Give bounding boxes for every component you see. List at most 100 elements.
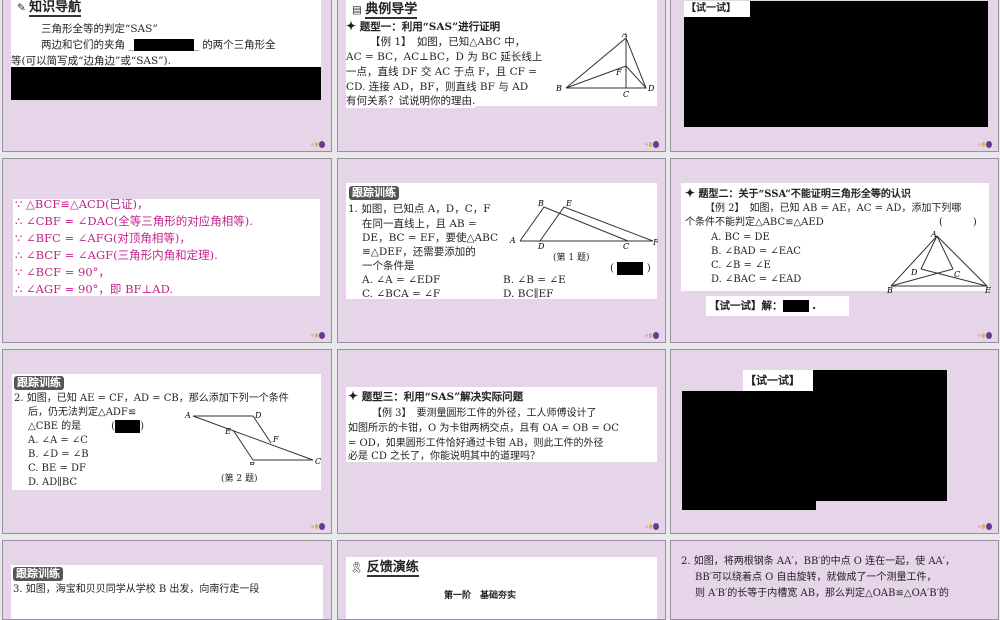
option-a: A. BC = DE	[711, 232, 770, 243]
figure-diagram: A B C D E	[887, 231, 991, 293]
text-line: △CBE 的是 ()	[28, 420, 144, 433]
corner-decoration-icon	[311, 522, 325, 530]
figure-caption: (第 2 题)	[221, 474, 258, 484]
option-c: C. BE = DF	[28, 463, 86, 474]
corner-decoration-icon	[311, 331, 325, 339]
medal-icon: 🎗	[350, 562, 364, 574]
slide-thumbnail-3[interactable]: 【试一试】	[670, 0, 999, 152]
point-label: A	[184, 411, 191, 420]
point-label: A	[509, 236, 516, 245]
text-line: DE，BC = EF，要使△ABC	[362, 232, 499, 244]
redacted-answer	[617, 261, 644, 275]
redacted-block	[11, 67, 321, 100]
text-line: 2. 如图，已知 AE = CF，AD = CB，那么添加下列一个条件	[14, 393, 289, 404]
point-label: C	[623, 242, 629, 249]
point-label: C	[954, 270, 960, 279]
question-type-heading: ✦ 题型二：关于“SSA”不能证明三角形全等的认识	[685, 186, 911, 200]
text-line: AC = BC，AC⊥BC，D 为 BC 延长线上	[346, 51, 543, 63]
slide-thumbnail-12[interactable]: 2. 如图，将两根钢条 AA′，BB′的中点 O 连在一起，使 AA′， BB′…	[670, 540, 999, 620]
text-line: 【例 2】 如图，已知 AB = AE，AC = AD，添加下列哪	[705, 203, 962, 214]
point-label: C	[315, 457, 321, 465]
slide-thumbnail-5[interactable]: 跟踪训练 1. 如图，已知点 A，D，C，F 在同一直线上，且 AB = DE，…	[337, 158, 666, 343]
option-b: B. ∠B = ∠E	[503, 274, 566, 286]
corner-decoration-icon	[978, 522, 992, 530]
books-icon: ▤	[352, 4, 362, 16]
slide-thumbnail-6[interactable]: ✦ 题型二：关于“SSA”不能证明三角形全等的认识 【例 2】 如图，已知 AB…	[670, 158, 999, 343]
option-b: B. ∠D = ∠B	[28, 449, 89, 460]
text-line: 在同一直线上，且 AB =	[362, 218, 477, 230]
corner-decoration-icon	[311, 140, 325, 148]
proof-line: ∴ ∠CBF = ∠DAC(全等三角形的对应角相等).	[15, 214, 253, 228]
proof-line: ∵ ∠BCF = 90°，	[15, 265, 110, 279]
redacted-block	[813, 370, 947, 501]
section-title: ✎ 知识导航	[17, 0, 82, 17]
section-title: 🎗 反馈演练	[350, 560, 419, 577]
tag-label: 跟踪训练	[13, 567, 63, 581]
slide-thumbnail-10[interactable]: 跟踪训练 3. 如图，海宝和贝贝同学从学校 B 出发，向南行走一段	[2, 540, 332, 620]
corner-decoration-icon	[645, 140, 659, 148]
corner-decoration-icon	[645, 331, 659, 339]
section-title: ▤ 典例导学	[352, 2, 418, 19]
paren: )	[646, 262, 651, 274]
text-line: 【例 1】 如图，已知△ABC 中，	[370, 36, 526, 48]
try-label: 【试一试】	[686, 3, 736, 14]
point-label: E	[224, 427, 231, 436]
star-icon: ✦	[348, 389, 359, 403]
point-label: F	[652, 238, 658, 247]
book-icon: ✎	[17, 2, 26, 14]
point-label: B	[537, 199, 544, 208]
tracking-tag: 跟踪训练	[14, 376, 64, 390]
text-line: 一点，直线 DF 交 AC 于点 F，且 CF =	[346, 66, 538, 78]
proof-line: ∵ △BCF≌△ACD(已证)，	[15, 197, 149, 211]
text-line: 三角形全等的判定“SAS”	[41, 23, 158, 35]
text-line: 【例 3】 要测量圆形工件的外径，工人师傅设计了	[372, 408, 597, 419]
proof-line: ∴ ∠BCF = ∠AGF(三角形内角和定理).	[15, 248, 218, 262]
slide-thumbnail-2[interactable]: ▤ 典例导学 ✦ 题型一：利用“SAS”进行证明 【例 1】 如图，已知△ABC…	[337, 0, 666, 152]
paren: (	[610, 262, 615, 274]
text-line: 必是 CD 之长了，你能说明其中的道理吗？	[348, 451, 541, 462]
point-label: B	[887, 286, 893, 293]
text-line: 2. 如图，将两根钢条 AA′，BB′的中点 O 连在一起，使 AA′，	[681, 556, 956, 567]
text-line: ≌△DEF，还需要添加的	[362, 246, 476, 258]
question-type-heading: ✦ 题型一：利用“SAS”进行证明	[346, 19, 501, 33]
redacted-block	[684, 1, 988, 127]
slide-thumbnail-4[interactable]: ∵ △BCF≌△ACD(已证)， ∴ ∠CBF = ∠DAC(全等三角形的对应角…	[2, 158, 332, 343]
text-line: = OD，如果圆形工件恰好通过卡钳 AB，则此工件的外径	[348, 438, 604, 449]
text-line: 如图所示的卡钳，O 为卡钳两柄交点，且有 OA = OB = OC	[348, 423, 619, 434]
redacted-block	[682, 391, 816, 510]
try-label: 【试一试】	[745, 374, 800, 387]
option-b: B. ∠BAD = ∠EAC	[711, 246, 801, 257]
slide-thumbnail-8[interactable]: ✦ 题型三：利用“SAS”解决实际问题 【例 3】 要测量圆形工件的外径，工人师…	[337, 349, 666, 534]
point-label: D	[254, 411, 262, 420]
point-label: F	[615, 68, 622, 77]
slide-thumbnail-11[interactable]: 🎗 反馈演练 第一阶 基础夯实	[337, 540, 666, 620]
try-label-box: 【试一试】	[684, 1, 750, 17]
text-line: 两边和它们的夹角 _ _ 的两个三角形全	[41, 39, 276, 51]
tag-label: 跟踪训练	[349, 186, 399, 200]
figure-caption: (第 1 题)	[553, 253, 590, 263]
text-line: 后，仍无法判定△ADF≌	[28, 407, 137, 418]
option-a: A. ∠A = ∠EDF	[362, 274, 441, 286]
point-label: F	[272, 435, 279, 444]
corner-decoration-icon	[645, 522, 659, 530]
try-label-box: 【试一试】	[743, 370, 815, 392]
answer-paren: ( )	[610, 261, 651, 275]
point-label: B	[248, 461, 255, 465]
figure-1-diagram: A B D E C F	[509, 199, 658, 249]
text-line: 1. 如图，已知点 A，D，C，F	[348, 203, 491, 215]
option-c: C. ∠B = ∠E	[711, 260, 771, 271]
slide-thumbnail-1[interactable]: ✎ 知识导航 三角形全等的判定“SAS” 两边和它们的夹角 _ _ 的两个三角形全…	[2, 0, 332, 152]
text-line: 等(可以简写成“边角边”或“SAS”).	[11, 55, 171, 67]
answer-line: 【试一试】解： .	[709, 300, 817, 312]
tracking-tag: 跟踪训练	[349, 186, 399, 200]
proof-line: ∵ ∠BFC = ∠AFG(对顶角相等)，	[15, 231, 191, 245]
figure-2-diagram: A D E F B C	[184, 411, 321, 465]
point-label: E	[984, 286, 991, 293]
point-label: D	[910, 268, 918, 277]
text-line: 个条件不能判定△ABC≌△AED	[685, 217, 824, 228]
slide-thumbnail-7[interactable]: 跟踪训练 2. 如图，已知 AE = CF，AD = CB，那么添加下列一个条件…	[2, 349, 332, 534]
proof-line: ∴ ∠AGF = 90°，即 BF⊥AD.	[15, 282, 174, 296]
option-d: D. AD∥BC	[28, 477, 78, 488]
slide-thumbnail-9[interactable]: 【试一试】	[670, 349, 999, 534]
text-line: CD. 连接 AD，BF，则直线 BF 与 AD	[346, 81, 529, 93]
